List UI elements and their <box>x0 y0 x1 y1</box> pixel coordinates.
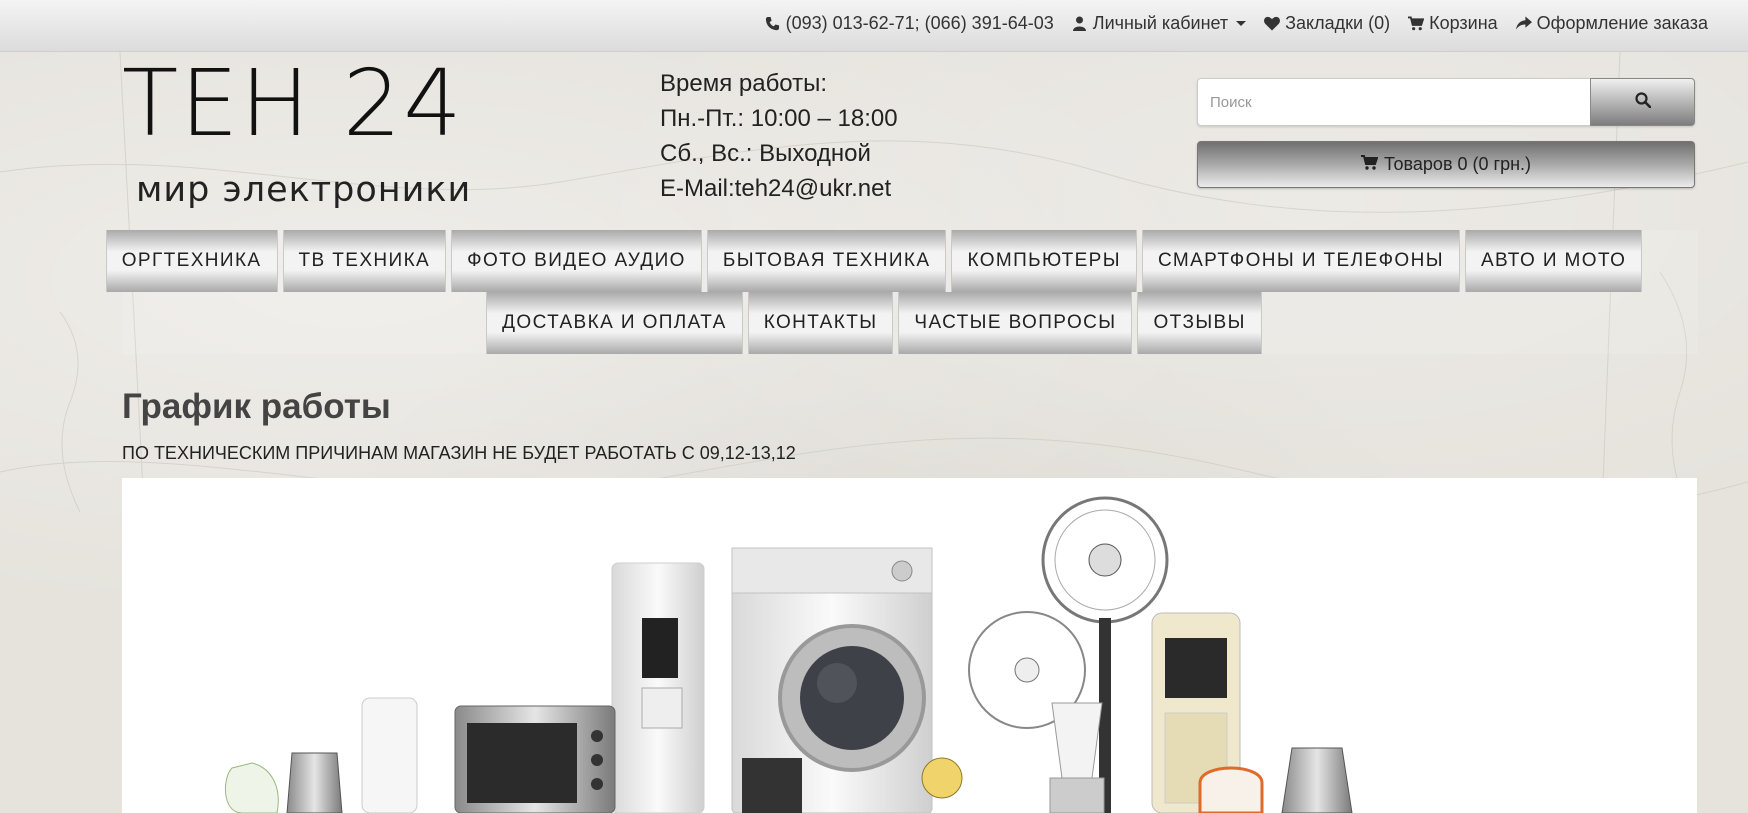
notice-text: ПО ТЕХНИЧЕСКИМ ПРИЧИНАМ МАГАЗИН НЕ БУДЕТ… <box>122 443 796 463</box>
menu-item-contacts[interactable]: КОНТАКТЫ <box>747 292 894 354</box>
checkout-label: Оформление заказа <box>1536 12 1708 33</box>
contact-email: E-Mail:teh24@ukr.net <box>660 175 892 202</box>
wishlist-link[interactable]: Закладки (0) <box>1264 13 1390 34</box>
caret-down-icon <box>1236 20 1247 26</box>
wishlist-label: Закладки (0) <box>1285 12 1391 33</box>
search-button[interactable] <box>1590 78 1695 126</box>
phone-text: (093) 013-62-71; (066) 391-64-03 <box>785 12 1054 33</box>
share-icon <box>1515 15 1532 31</box>
logo-subtitle: мир электроники <box>136 170 472 210</box>
main-menu-row-2: ДОСТАВКА И ОПЛАТА КОНТАКТЫ ЧАСТЫЕ ВОПРОС… <box>0 292 1748 354</box>
cart-summary-button[interactable]: Товаров 0 (0 грн.) <box>1197 141 1695 188</box>
hours-weekdays: Пн.-Пт.: 10:00 – 18:00 <box>660 105 898 132</box>
menu-item-faq[interactable]: ЧАСТЫЕ ВОПРОСЫ <box>898 292 1133 354</box>
logo-title: ТЕН 24 <box>122 50 464 157</box>
phone-icon <box>765 15 781 31</box>
cart-icon <box>1360 154 1379 175</box>
menu-item-delivery[interactable]: ДОСТАВКА И ОПЛАТА <box>486 292 743 354</box>
search-icon <box>1634 92 1651 112</box>
banner-image <box>122 478 1697 813</box>
phone-link[interactable]: (093) 013-62-71; (066) 391-64-03 <box>765 13 1054 34</box>
cart-link[interactable]: Корзина <box>1408 13 1498 34</box>
heart-icon <box>1264 15 1281 31</box>
menu-item-photo-video-audio[interactable]: ФОТО ВИДЕО АУДИО <box>451 230 702 292</box>
menu-item-smartphones[interactable]: СМАРТФОНЫ И ТЕЛЕФОНЫ <box>1141 230 1460 292</box>
menu-item-home-appliances[interactable]: БЫТОВАЯ ТЕХНИКА <box>706 230 947 292</box>
cart-icon <box>1408 15 1425 31</box>
top-links: (093) 013-62-71; (066) 391-64-03 Личный … <box>765 12 1708 34</box>
menu-item-computers[interactable]: КОМПЬЮТЕРЫ <box>951 230 1137 292</box>
search-input[interactable] <box>1197 78 1590 126</box>
logo[interactable]: ТЕН 24 мир электроники <box>122 58 482 218</box>
page-title: График работы <box>122 387 391 426</box>
menu-item-orgtech[interactable]: ОРГТЕХНИКА <box>105 230 278 292</box>
cart-summary-label: Товаров 0 (0 грн.) <box>1383 154 1532 174</box>
search-box <box>1197 78 1695 126</box>
account-dropdown[interactable]: Личный кабинет <box>1072 12 1247 34</box>
cart-label: Корзина <box>1429 12 1498 33</box>
working-hours: Время работы: Пн.-Пт.: 10:00 – 18:00 Сб.… <box>660 66 898 206</box>
menu-item-reviews[interactable]: ОТЗЫВЫ <box>1137 292 1262 354</box>
menu-item-auto-moto[interactable]: АВТО И МОТО <box>1464 230 1643 292</box>
hours-heading: Время работы: <box>660 70 828 97</box>
main-menu-row-1: ОРГТЕХНИКА ТВ ТЕХНИКА ФОТО ВИДЕО АУДИО Б… <box>0 230 1748 292</box>
user-icon <box>1072 15 1088 31</box>
checkout-link[interactable]: Оформление заказа <box>1515 12 1708 34</box>
hours-weekend: Сб., Вс.: Выходной <box>660 140 871 167</box>
menu-item-tv[interactable]: ТВ ТЕХНИКА <box>282 230 447 292</box>
account-label: Личный кабинет <box>1092 12 1229 33</box>
top-bar: (093) 013-62-71; (066) 391-64-03 Личный … <box>0 0 1748 52</box>
